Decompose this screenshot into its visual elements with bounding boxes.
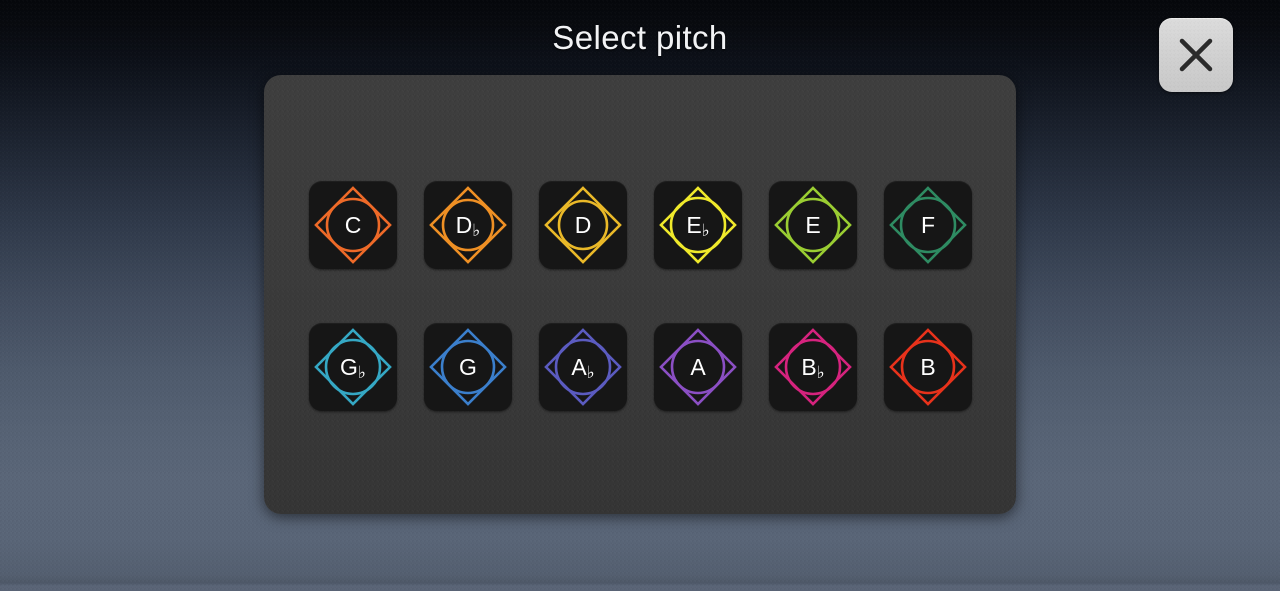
pitch-tile-E[interactable]: E: [769, 181, 857, 269]
pitch-dialog-panel: C D ♭ D E ♭ E F G ♭ G A ♭ A B ♭ B: [264, 75, 1016, 514]
pitch-tile-C[interactable]: C: [309, 181, 397, 269]
pitch-tile-F[interactable]: F: [884, 181, 972, 269]
pitch-tile-Db[interactable]: D ♭: [424, 181, 512, 269]
pitch-tile-B[interactable]: B: [884, 323, 972, 411]
pitch-glyph-F-icon: [889, 186, 967, 264]
pitch-glyph-D-icon: [544, 186, 622, 264]
pitch-tile-A[interactable]: A: [654, 323, 742, 411]
pitch-glyph-Eb-icon: [659, 186, 737, 264]
pitch-glyph-A-icon: [659, 328, 737, 406]
pitch-tile-Ab[interactable]: A ♭: [539, 323, 627, 411]
pitch-glyph-B-icon: [889, 328, 967, 406]
pitch-glyph-Gb-icon: [314, 328, 392, 406]
pitch-tile-G[interactable]: G: [424, 323, 512, 411]
close-button[interactable]: [1159, 18, 1233, 92]
pitch-glyph-Db-icon: [429, 186, 507, 264]
pitch-tile-D[interactable]: D: [539, 181, 627, 269]
page-title: Select pitch: [552, 19, 728, 56]
pitch-tile-Gb[interactable]: G ♭: [309, 323, 397, 411]
pitch-glyph-E-icon: [774, 186, 852, 264]
pitch-glyph-Ab-icon: [544, 328, 622, 406]
pitch-grid: C D ♭ D E ♭ E F G ♭ G A ♭ A B ♭ B: [309, 181, 972, 411]
pitch-glyph-C-icon: [314, 186, 392, 264]
pitch-glyph-G-icon: [429, 328, 507, 406]
pitch-tile-Eb[interactable]: E ♭: [654, 181, 742, 269]
close-x-icon: [1179, 38, 1213, 72]
pitch-selector-screen: Select pitch C D ♭ D E ♭ E F G ♭ G A ♭ A B ♭ B: [0, 0, 1280, 591]
pitch-tile-Bb[interactable]: B ♭: [769, 323, 857, 411]
pitch-glyph-Bb-icon: [774, 328, 852, 406]
